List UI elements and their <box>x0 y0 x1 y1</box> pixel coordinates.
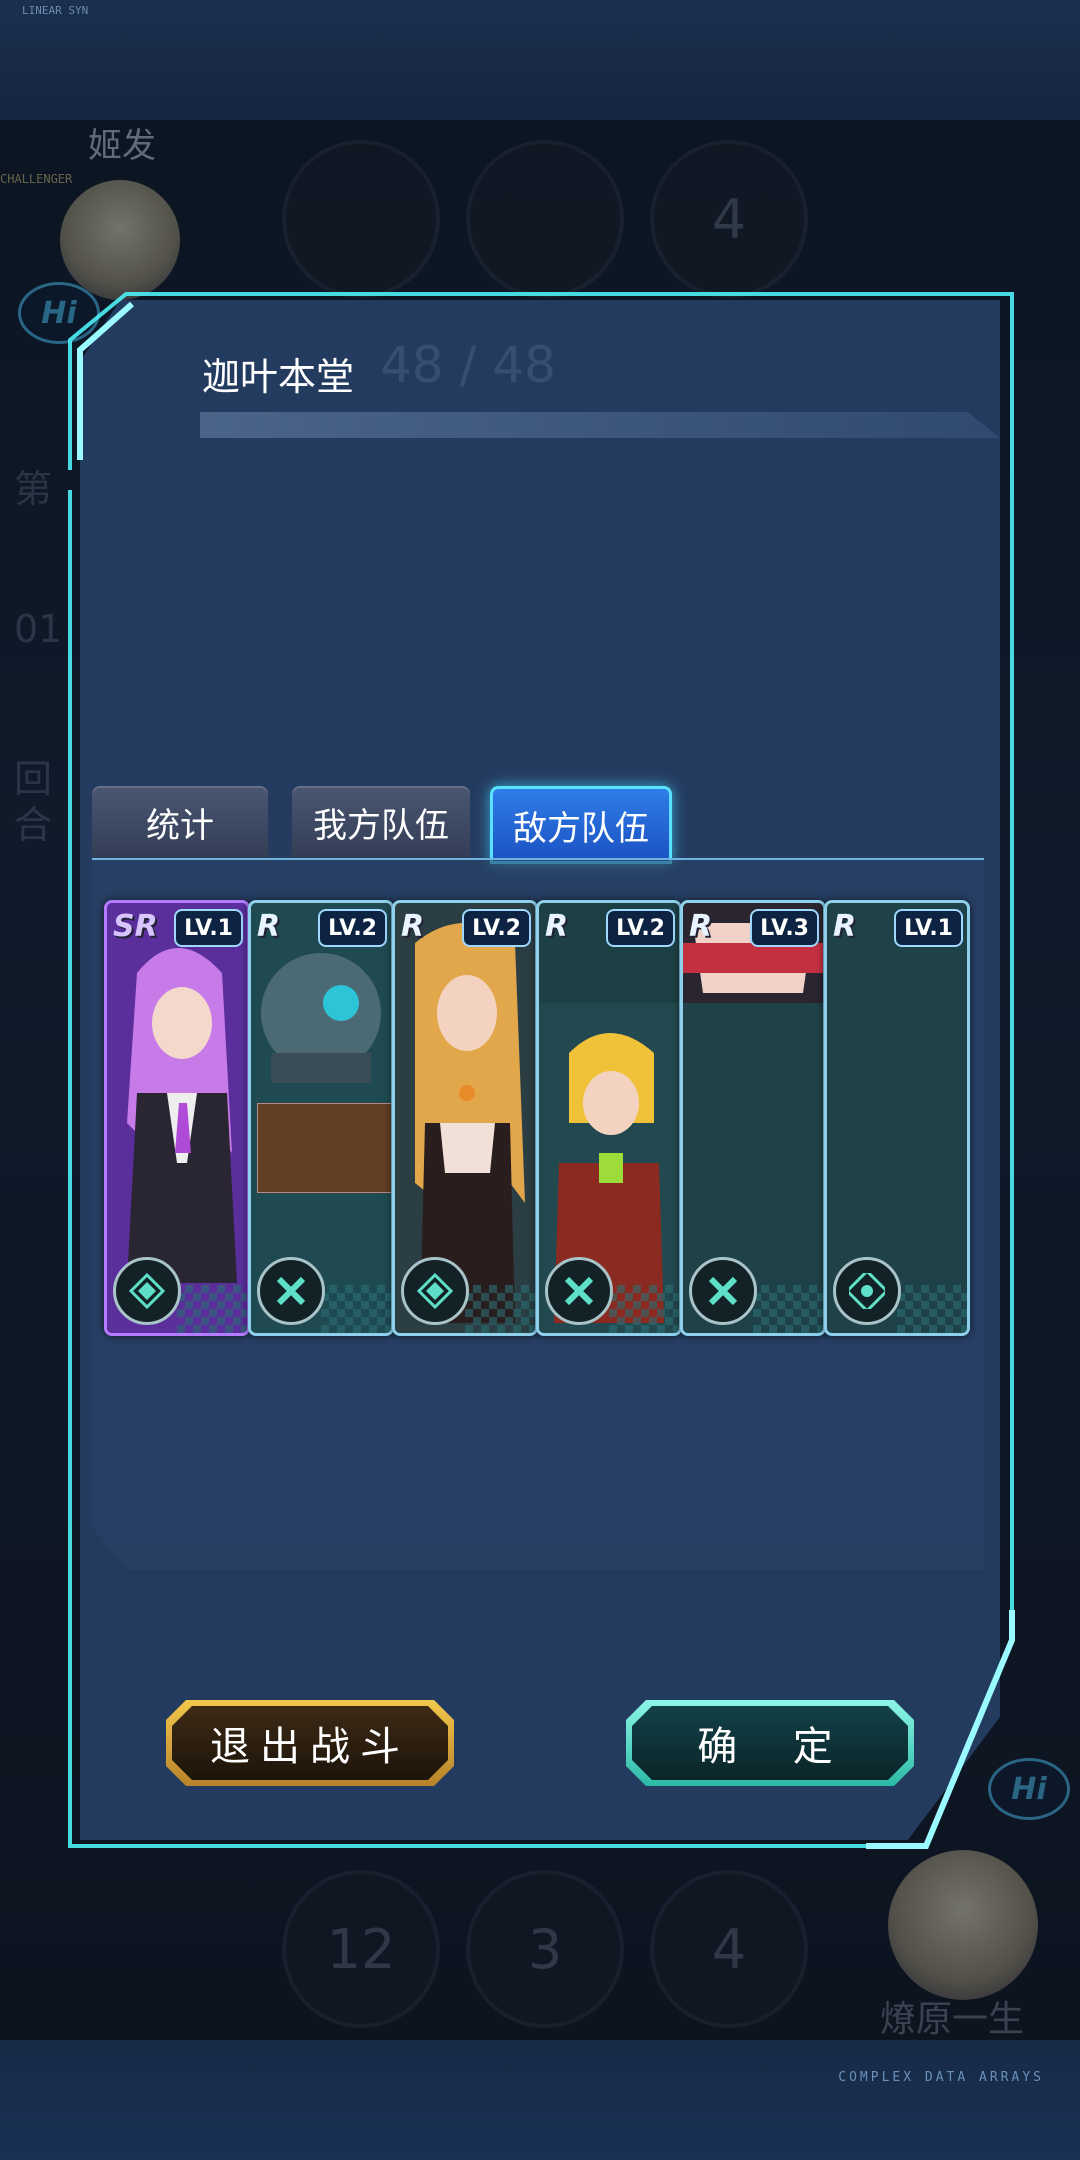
round-suffix: 回合 <box>14 757 53 847</box>
level-badge: LV.3 <box>750 909 819 947</box>
opponent-avatar <box>60 180 180 300</box>
player-slot-3: 4 <box>650 1870 808 2028</box>
rarity-label: R <box>401 909 425 944</box>
ghost-deck-count: 48 / 48 <box>380 336 556 394</box>
slot-count: 12 <box>326 1917 396 1981</box>
title-underline <box>200 412 1000 438</box>
rarity-label: R <box>833 909 857 944</box>
level-badge: LV.1 <box>894 909 963 947</box>
cross-icon <box>257 1257 325 1325</box>
cross-icon <box>689 1257 757 1325</box>
slot-count: 3 <box>527 1917 563 1981</box>
enemy-card-2[interactable]: R LV.2 <box>248 900 394 1336</box>
bottom-banner: COMPLEX DATA ARRAYS <box>0 2040 1080 2160</box>
slot-count: 4 <box>711 187 747 251</box>
hi-emote-icon: Hi <box>18 282 100 344</box>
opponent-name: 姬发 <box>88 126 156 166</box>
opponent-slot-2 <box>466 140 624 298</box>
player-slot-1: 12 <box>282 1870 440 2028</box>
shield-icon <box>113 1257 181 1325</box>
card-pattern <box>465 1285 535 1333</box>
exit-battle-label: 退出战斗 <box>210 1724 410 1770</box>
player-slot-2: 3 <box>466 1870 624 2028</box>
tab-my-team[interactable]: 我方队伍 <box>292 786 470 858</box>
bottom-caption: COMPLEX DATA ARRAYS <box>838 2070 1044 2085</box>
cross-icon <box>545 1257 613 1325</box>
player-name: 燎原一生 <box>880 1999 1025 2040</box>
rarity-label: R <box>689 909 713 944</box>
level-badge: LV.1 <box>174 909 243 947</box>
level-badge: LV.2 <box>318 909 387 947</box>
opponent-rank-badge: CHALLENGER <box>0 172 73 186</box>
rarity-label: SR <box>113 909 158 944</box>
player-avatar <box>888 1850 1038 2000</box>
round-label: 第 <box>14 467 53 511</box>
tab-statistics[interactable]: 统计 <box>92 786 268 858</box>
rarity-label: R <box>257 909 281 944</box>
confirm-label: 确 定 <box>697 1724 843 1770</box>
opponent-slot-1 <box>282 140 440 298</box>
opponent-slot-3: 4 <box>650 140 808 298</box>
level-badge: LV.2 <box>606 909 675 947</box>
card-pattern <box>609 1285 679 1333</box>
tab-enemy-team[interactable]: 敌方队伍 <box>490 786 672 864</box>
slot-count: 4 <box>711 1917 747 1981</box>
enemy-card-5[interactable]: R LV.3 <box>680 900 826 1336</box>
shield-icon <box>401 1257 469 1325</box>
round-number: 01 <box>14 607 63 651</box>
enemy-card-3[interactable]: R LV.2 <box>392 900 538 1336</box>
rarity-label: R <box>545 909 569 944</box>
gear-icon <box>833 1257 901 1325</box>
card-pattern <box>897 1285 967 1333</box>
card-pattern <box>753 1285 823 1333</box>
dialog-title: 迦叶本堂 <box>202 355 355 399</box>
enemy-card-4[interactable]: R LV.2 <box>536 900 682 1336</box>
enemy-card-6[interactable]: R LV.1 <box>824 900 970 1336</box>
confirm-button[interactable]: 确 定 <box>626 1700 914 1786</box>
exit-battle-button[interactable]: 退出战斗 <box>166 1700 454 1786</box>
level-badge: LV.2 <box>462 909 531 947</box>
hi-emote-icon: Hi <box>988 1758 1070 1820</box>
banner-caption: LINEAR SYN <box>22 4 89 17</box>
enemy-card-1[interactable]: SR LV.1 <box>104 900 250 1336</box>
card-pattern <box>321 1285 391 1333</box>
card-pattern <box>177 1285 247 1333</box>
warning-sticker <box>257 1103 391 1193</box>
top-banner: LINEAR SYN <box>0 0 1080 120</box>
